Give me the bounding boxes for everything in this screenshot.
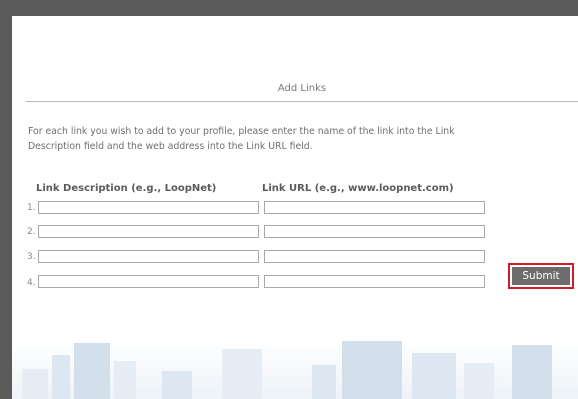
link-description-input-3[interactable]	[38, 250, 259, 263]
page-title: Add Links	[277, 83, 327, 94]
link-url-input-2[interactable]	[264, 225, 485, 238]
title-divider	[26, 101, 578, 102]
link-description-column-header: Link Description (e.g., LoopNet)	[36, 183, 217, 194]
instructions-text: For each link you wish to add to your pr…	[28, 126, 455, 152]
submit-button[interactable]: Submit	[512, 267, 570, 285]
link-url-input-3[interactable]	[264, 250, 485, 263]
link-description-input-1[interactable]	[38, 201, 259, 214]
row-number: 4.	[27, 278, 36, 288]
add-links-panel: Add Links For each link you wish to add …	[12, 16, 578, 399]
submit-highlight-frame: Submit	[508, 263, 574, 289]
link-description-input-4[interactable]	[38, 275, 259, 288]
link-url-input-4[interactable]	[264, 275, 485, 288]
city-background-image	[12, 338, 578, 399]
link-url-column-header: Link URL (e.g., www.loopnet.com)	[262, 183, 454, 194]
link-url-input-1[interactable]	[264, 201, 485, 214]
link-description-input-2[interactable]	[38, 225, 259, 238]
row-number: 2.	[27, 227, 36, 237]
row-number: 3.	[27, 252, 36, 262]
row-number: 1.	[27, 203, 36, 213]
